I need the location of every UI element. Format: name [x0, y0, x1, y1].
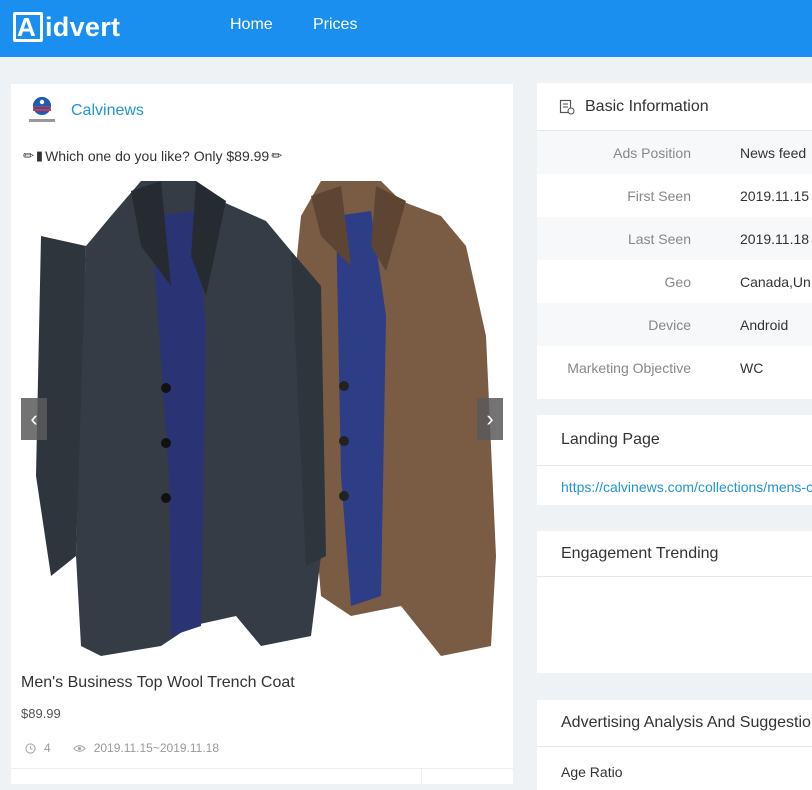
comment-count: 4 [44, 741, 51, 755]
calvinews-logo-icon [29, 97, 55, 122]
top-nav-bar: A idvert Home Prices [0, 0, 812, 57]
info-row-device: Device Android [537, 303, 812, 346]
coats-illustration [36, 181, 496, 656]
advertiser-avatar[interactable] [25, 94, 59, 128]
info-value: 2019.11.18 [740, 230, 810, 247]
seen-date-range: 2019.11.15~2019.11.18 [93, 741, 220, 755]
panel-title: Basic Information [585, 97, 709, 115]
nav-prices-link[interactable]: Prices [313, 16, 357, 34]
ad-caption-text: Which one do you like? Only $89.99 [45, 148, 270, 164]
panel-title: Advertising Analysis And Suggestio [561, 714, 811, 731]
landing-page-link[interactable]: https://calvinews.com/collections/mens-c [537, 466, 812, 495]
age-ratio-label: Age Ratio [561, 764, 623, 780]
basic-information-panel: Basic Information Ads Position News feed… [537, 83, 812, 399]
panel-header: Engagement Trending [537, 531, 812, 577]
panel-header: Basic Information [537, 83, 812, 131]
info-value: News feed [740, 144, 807, 161]
carousel-next-button[interactable]: › [477, 398, 503, 440]
card-footer-separator [421, 768, 422, 788]
info-label: First Seen [627, 187, 691, 204]
ad-product-image[interactable] [21, 176, 503, 662]
info-value: WC [740, 359, 764, 376]
info-label: Geo [664, 273, 691, 290]
info-value: Canada,Un [740, 273, 811, 290]
landing-page-panel: Landing Page https://calvinews.com/colle… [537, 415, 812, 505]
info-label: Device [648, 316, 691, 333]
advertising-analysis-panel: Advertising Analysis And Suggestio Age R… [537, 700, 812, 790]
engagement-trending-panel: Engagement Trending [537, 531, 812, 673]
info-row-last-seen: Last Seen 2019.11.18 [537, 217, 812, 260]
eye-icon [72, 744, 86, 752]
document-info-icon [559, 99, 575, 115]
info-label: Last Seen [627, 230, 691, 247]
pen-emoji-icon: ✏ [271, 148, 283, 163]
panel-title: Engagement Trending [561, 544, 719, 562]
info-value: Android [740, 316, 789, 333]
brand-name: idvert [45, 11, 121, 42]
info-row-marketing-objective: Marketing Objective WC [537, 346, 812, 389]
carousel-prev-button[interactable]: ‹ [21, 398, 47, 440]
ad-stats: 4 2019.11.15~2019.11.18 [25, 741, 219, 755]
info-label: Ads Position [613, 144, 691, 161]
pen-emoji-icon: ✏ [23, 148, 34, 163]
panel-title: Landing Page [561, 431, 660, 448]
clock-icon [25, 742, 36, 754]
chevron-left-icon: ‹ [30, 406, 38, 431]
chevron-right-icon: › [486, 406, 494, 431]
info-row-first-seen: First Seen 2019.11.15 [537, 174, 812, 217]
info-label: Marketing Objective [567, 359, 691, 376]
info-row-ads-position: Ads Position News feed [537, 131, 812, 174]
book-emoji-icon: ▮ [35, 148, 44, 163]
brand-logo[interactable]: A idvert [11, 8, 120, 46]
product-title[interactable]: Men's Business Top Wool Trench Coat [21, 674, 295, 692]
info-row-geo: Geo Canada,Un [537, 260, 812, 303]
panel-header: Landing Page [537, 415, 812, 466]
product-price: $89.99 [21, 706, 61, 721]
logo-mark-icon: A [11, 10, 43, 44]
nav-home-link[interactable]: Home [230, 16, 273, 34]
panel-header: Advertising Analysis And Suggestio [537, 700, 812, 747]
info-value: 2019.11.15 [740, 187, 810, 204]
ad-card: Calvinews ✏ ▮ Which one do you like? Onl… [11, 84, 513, 788]
card-footer-divider [11, 768, 513, 769]
ad-caption: ✏ ▮ Which one do you like? Only $89.99 ✏ [23, 148, 282, 164]
advertiser-name[interactable]: Calvinews [71, 102, 144, 120]
